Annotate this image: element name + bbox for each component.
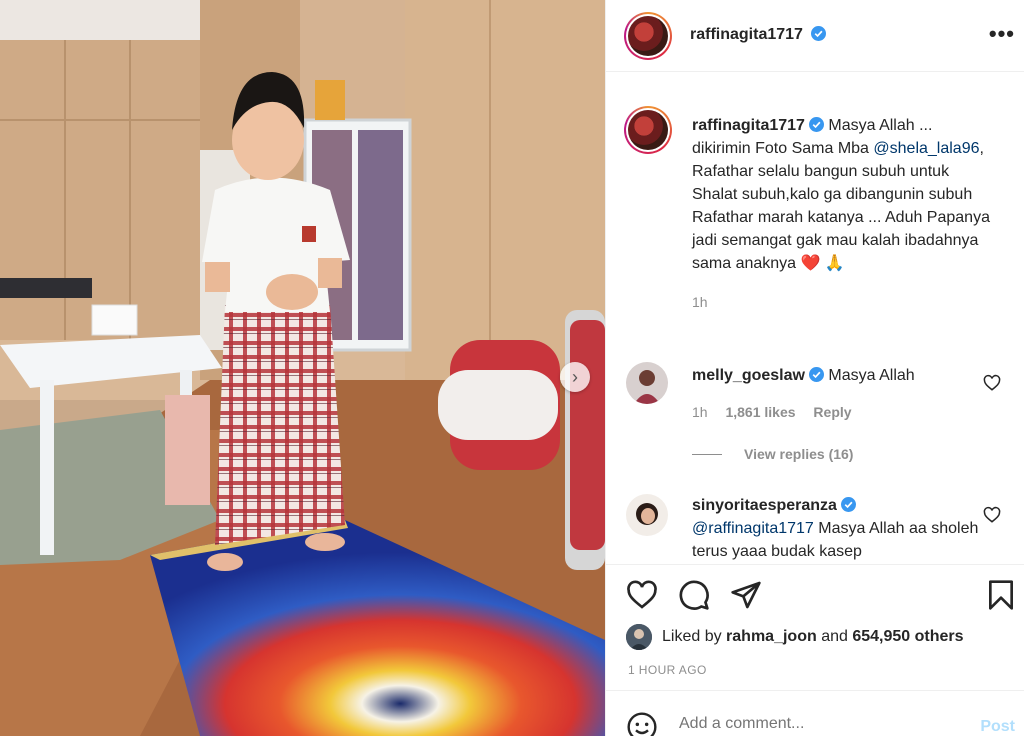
- view-replies-button[interactable]: View replies (16): [692, 446, 853, 462]
- comment-bubble-icon[interactable]: [678, 579, 710, 611]
- likes-and: and: [821, 628, 848, 645]
- more-dots-icon: •••: [988, 21, 1015, 46]
- comment-body: Masya Allah: [828, 367, 915, 384]
- commenter-avatar[interactable]: [626, 494, 668, 536]
- caption-username[interactable]: raffinagita1717: [692, 117, 805, 134]
- post-photo[interactable]: ›: [0, 0, 605, 736]
- carousel-next-button[interactable]: ›: [560, 362, 590, 392]
- commenter-username[interactable]: melly_goeslaw: [692, 367, 805, 384]
- comment-meta: 1h 1,861 likes Reply: [692, 404, 866, 420]
- commenter-username[interactable]: sinyoritaesperanza: [692, 497, 837, 514]
- caption-time: 1h: [692, 294, 708, 310]
- like-comment-heart-icon[interactable]: [983, 374, 1001, 392]
- author-avatar[interactable]: [624, 12, 672, 60]
- comment-likes-count[interactable]: 1,861 likes: [725, 404, 795, 420]
- post-sidebar: raffinagita1717 ••• raffinagita1717 Masy…: [605, 0, 1024, 736]
- post-header: raffinagita1717 •••: [606, 0, 1024, 72]
- chevron-right-icon: ›: [572, 366, 578, 387]
- share-paper-plane-icon[interactable]: [730, 579, 762, 611]
- caption-mention-link[interactable]: @shela_lala96: [873, 140, 979, 157]
- post-action-bar: [606, 564, 1024, 622]
- save-bookmark-icon[interactable]: [985, 579, 1017, 611]
- author-username[interactable]: raffinagita1717: [690, 26, 803, 43]
- liker-username[interactable]: rahma_joon: [726, 628, 817, 646]
- post-comment-button[interactable]: Post: [980, 718, 1015, 736]
- verified-badge-icon: [808, 367, 824, 382]
- verified-badge-icon: [811, 26, 827, 41]
- verified-badge-icon: [840, 497, 856, 512]
- likes-summary: Liked by rahma_joon and 654,950 others: [626, 622, 964, 652]
- more-options-button[interactable]: •••: [988, 21, 1015, 46]
- comment-text: sinyoritaesperanza @raffinagita1717 Masy…: [692, 494, 982, 563]
- emoji-smiley-icon[interactable]: [626, 711, 658, 736]
- comment-text: melly_goeslaw Masya Allah: [692, 364, 982, 387]
- reply-button[interactable]: Reply: [813, 404, 851, 420]
- comment-input[interactable]: [679, 715, 949, 733]
- view-replies-label: View replies (16): [744, 446, 854, 462]
- like-heart-icon[interactable]: [626, 579, 658, 611]
- caption-avatar[interactable]: [624, 106, 672, 154]
- like-comment-heart-icon[interactable]: [983, 506, 1001, 524]
- commenter-avatar[interactable]: [626, 362, 668, 404]
- comment-time: 1h: [692, 404, 708, 420]
- photo-scene: [0, 0, 605, 736]
- post-timestamp[interactable]: 1 HOUR AGO: [628, 663, 707, 677]
- likes-others-link[interactable]: 654,950 others: [852, 628, 963, 646]
- add-comment-bar: Post: [606, 690, 1024, 736]
- liker-avatar[interactable]: [626, 624, 652, 650]
- likes-prefix: Liked by: [662, 628, 722, 645]
- caption-body-end: , Rafathar selalu bangun subuh untuk Sha…: [692, 140, 990, 272]
- verified-badge-icon: [808, 117, 824, 132]
- caption-text: raffinagita1717 Masya Allah ... dikirimi…: [692, 114, 992, 314]
- comment-mention-link[interactable]: @raffinagita1717: [692, 520, 814, 537]
